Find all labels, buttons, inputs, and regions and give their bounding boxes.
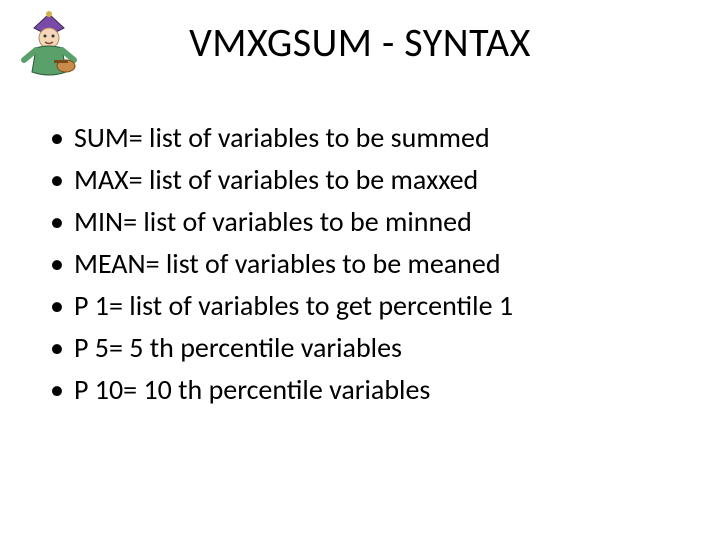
list-item-text: MEAN= list of variables to be meaned (74, 246, 501, 282)
slide-title: VMXGSUM - SYNTAX (0, 18, 720, 67)
bullet-icon (50, 162, 74, 198)
list-item: MIN= list of variables to be minned (50, 204, 680, 240)
bullet-icon (50, 120, 74, 156)
list-item: SUM= list of variables to be summed (50, 120, 680, 156)
list-item-text: P 5= 5 th percentile variables (74, 330, 402, 366)
slide: VMXGSUM - SYNTAX SUM= list of variables … (0, 0, 720, 540)
list-item-text: P 1= list of variables to get percentile… (74, 288, 513, 324)
bullet-list: SUM= list of variables to be summed MAX=… (50, 120, 680, 414)
list-item: MEAN= list of variables to be meaned (50, 246, 680, 282)
list-item: P 10= 10 th percentile variables (50, 372, 680, 408)
list-item-text: P 10= 10 th percentile variables (74, 372, 430, 408)
bullet-icon (50, 372, 74, 408)
bullet-icon (50, 330, 74, 366)
list-item-text: MIN= list of variables to be minned (74, 204, 472, 240)
list-item-text: SUM= list of variables to be summed (74, 120, 490, 156)
bullet-icon (50, 288, 74, 324)
list-item-text: MAX= list of variables to be maxxed (74, 162, 478, 198)
list-item: P 1= list of variables to get percentile… (50, 288, 680, 324)
list-item: MAX= list of variables to be maxxed (50, 162, 680, 198)
bullet-icon (50, 246, 74, 282)
bullet-icon (50, 204, 74, 240)
list-item: P 5= 5 th percentile variables (50, 330, 680, 366)
